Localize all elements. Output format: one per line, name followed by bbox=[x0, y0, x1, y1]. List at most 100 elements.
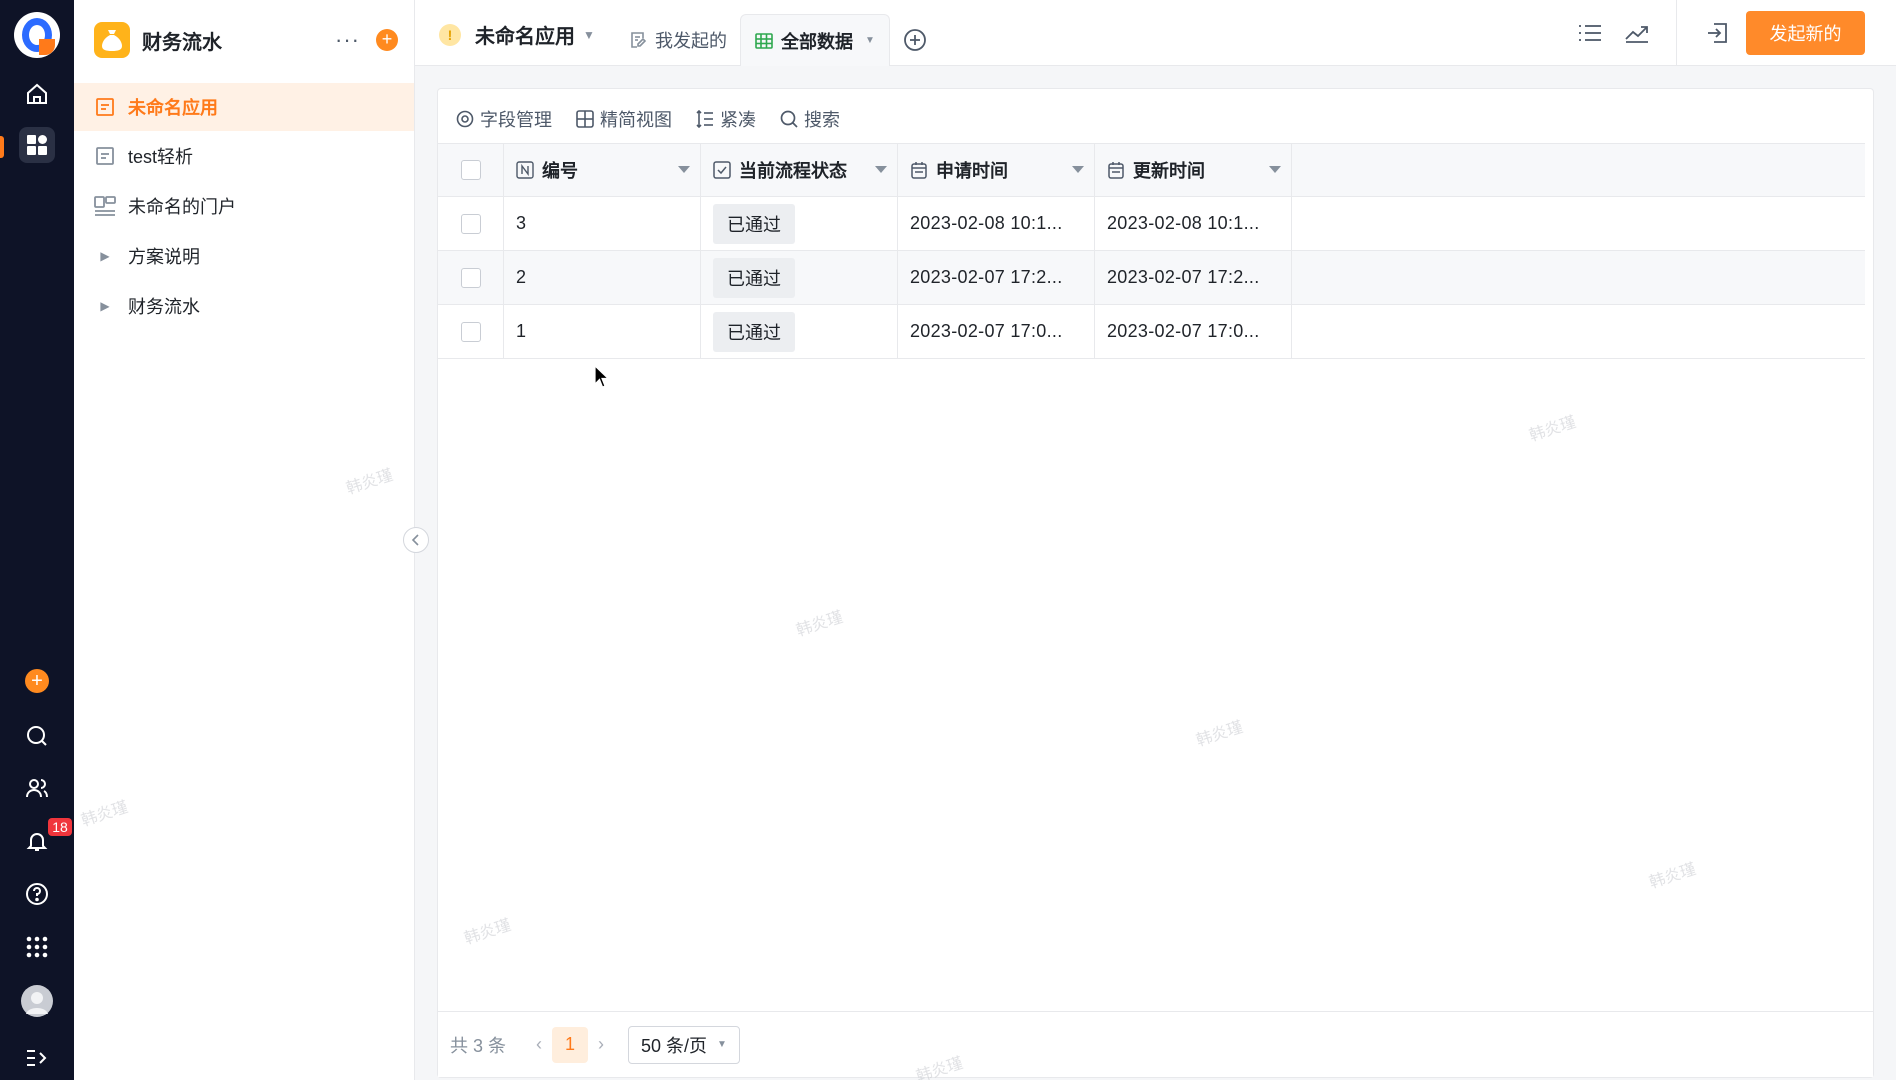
cell-update-time: 2023-02-07 17:0... bbox=[1095, 305, 1292, 358]
sidebar-item-portal[interactable]: 未命名的门户 bbox=[74, 182, 414, 230]
home-icon[interactable] bbox=[19, 76, 55, 112]
notification-count-badge: 18 bbox=[48, 818, 72, 836]
search-button[interactable]: 搜索 bbox=[780, 106, 840, 132]
page-size-select[interactable]: 50 条/页 ▼ bbox=[628, 1025, 740, 1064]
app-name: 未命名应用 bbox=[475, 26, 575, 48]
import-export-icon[interactable] bbox=[1702, 18, 1732, 48]
workspace-grid-icon[interactable] bbox=[19, 127, 55, 163]
trend-chart-icon[interactable] bbox=[1622, 18, 1652, 48]
chevron-down-icon[interactable] bbox=[1269, 166, 1281, 173]
tab-all-data[interactable]: 全部数据 ▼ bbox=[740, 14, 890, 66]
total-count: 共 3 条 bbox=[450, 1035, 507, 1056]
gear-icon bbox=[456, 110, 474, 128]
sidebar-item-unnamed-app[interactable]: 未命名应用 bbox=[74, 83, 414, 131]
cell-apply-time: 2023-02-07 17:2... bbox=[898, 251, 1095, 304]
divider bbox=[1676, 0, 1677, 66]
help-icon[interactable] bbox=[19, 876, 55, 912]
empty-header-cell bbox=[1292, 144, 1865, 196]
chevron-down-icon[interactable] bbox=[678, 166, 690, 173]
active-indicator bbox=[0, 136, 4, 158]
calendar-icon bbox=[1107, 161, 1125, 179]
sidebar-folder-plan[interactable]: ▶ 方案说明 bbox=[74, 232, 414, 280]
list-view-icon[interactable] bbox=[1575, 18, 1605, 48]
chevron-down-icon: ▼ bbox=[717, 1039, 727, 1050]
money-bag-icon bbox=[94, 22, 130, 58]
caret-right-icon[interactable]: ▶ bbox=[94, 249, 116, 263]
chevron-down-icon[interactable] bbox=[1072, 166, 1084, 173]
cell-id: 2 bbox=[504, 251, 701, 304]
portal-icon bbox=[94, 195, 116, 217]
page-size-value: 50 条/页 bbox=[641, 1035, 708, 1056]
grid-view-icon bbox=[576, 110, 594, 128]
cell-apply-time: 2023-02-07 17:0... bbox=[898, 305, 1095, 358]
number-field-icon bbox=[516, 161, 534, 179]
expand-nav-icon[interactable] bbox=[19, 1040, 55, 1076]
cell-update-time: 2023-02-07 17:2... bbox=[1095, 251, 1292, 304]
collapse-sidebar-button[interactable] bbox=[403, 527, 429, 553]
next-page-icon[interactable]: › bbox=[598, 1034, 604, 1055]
data-panel: 字段管理 精简视图 紧凑 搜索 编号 当前流程状态 申请时间 更新时间 3 已通… bbox=[437, 88, 1874, 1078]
table-row[interactable]: 3 已通过 2023-02-08 10:1... 2023-02-08 10:1… bbox=[438, 197, 1865, 251]
cell-id: 1 bbox=[504, 305, 701, 358]
add-item-icon[interactable]: + bbox=[376, 29, 398, 51]
sidebar-folder-finance[interactable]: ▶ 财务流水 bbox=[74, 282, 414, 330]
column-header-id[interactable]: 编号 bbox=[504, 144, 701, 196]
row-select-cell bbox=[438, 251, 504, 304]
form-icon bbox=[94, 96, 116, 118]
search-icon[interactable] bbox=[19, 718, 55, 754]
create-plus-icon[interactable]: + bbox=[25, 669, 49, 693]
chevron-down-icon[interactable]: ▼ bbox=[865, 35, 875, 46]
sidebar-item-label: 未命名的门户 bbox=[128, 197, 236, 217]
prev-page-icon[interactable]: ‹ bbox=[536, 1034, 542, 1055]
tab-label: 我发起的 bbox=[655, 31, 727, 51]
compact-button[interactable]: 紧凑 bbox=[696, 106, 756, 132]
sidebar-item-test[interactable]: test轻析 bbox=[74, 132, 414, 180]
chevron-down-icon: ▼ bbox=[583, 27, 595, 42]
current-page-button[interactable]: 1 bbox=[552, 1026, 589, 1063]
status-badge: 已通过 bbox=[713, 257, 795, 298]
column-label: 申请时间 bbox=[936, 161, 1008, 181]
status-badge: 已通过 bbox=[713, 203, 795, 244]
column-header-status[interactable]: 当前流程状态 bbox=[701, 144, 898, 196]
contacts-icon[interactable] bbox=[19, 770, 55, 806]
cell-status: 已通过 bbox=[701, 251, 898, 304]
empty-cell bbox=[1292, 305, 1865, 358]
column-label: 当前流程状态 bbox=[739, 161, 847, 181]
column-label: 更新时间 bbox=[1133, 161, 1205, 181]
sidebar-item-label: 财务流水 bbox=[128, 297, 200, 317]
calendar-icon bbox=[910, 161, 928, 179]
row-select-cell bbox=[438, 197, 504, 250]
warning-icon: ! bbox=[439, 23, 461, 46]
tool-label: 搜索 bbox=[804, 110, 840, 130]
row-checkbox[interactable] bbox=[460, 213, 481, 234]
row-checkbox[interactable] bbox=[460, 321, 481, 342]
row-height-icon bbox=[696, 110, 714, 128]
app-logo[interactable] bbox=[14, 12, 60, 58]
table-row[interactable]: 2 已通过 2023-02-07 17:2... 2023-02-07 17:2… bbox=[438, 251, 1865, 305]
cell-id: 3 bbox=[504, 197, 701, 250]
field-manage-button[interactable]: 字段管理 bbox=[456, 106, 552, 132]
status-badge: 已通过 bbox=[713, 311, 795, 352]
apps-grid-icon[interactable] bbox=[19, 929, 55, 965]
app-switcher[interactable]: ! 未命名应用 ▼ bbox=[439, 20, 595, 49]
tab-my-initiated[interactable]: 我发起的 bbox=[615, 14, 741, 66]
new-submission-button[interactable]: 发起新的 bbox=[1746, 11, 1865, 55]
chevron-down-icon[interactable] bbox=[875, 166, 887, 173]
select-all-checkbox[interactable] bbox=[460, 160, 481, 180]
sidebar-title: 财务流水 bbox=[142, 31, 222, 54]
tab-label: 全部数据 bbox=[781, 31, 853, 52]
row-checkbox[interactable] bbox=[460, 267, 481, 288]
cell-update-time: 2023-02-08 10:1... bbox=[1095, 197, 1292, 250]
sidebar-item-label: test轻析 bbox=[128, 147, 194, 167]
cell-status: 已通过 bbox=[701, 197, 898, 250]
caret-right-icon[interactable]: ▶ bbox=[94, 299, 116, 313]
table-row[interactable]: 1 已通过 2023-02-07 17:0... 2023-02-07 17:0… bbox=[438, 305, 1865, 359]
user-avatar[interactable] bbox=[21, 985, 53, 1017]
empty-cell bbox=[1292, 197, 1865, 250]
add-view-icon[interactable] bbox=[903, 28, 927, 52]
column-header-update-time[interactable]: 更新时间 bbox=[1095, 144, 1292, 196]
simple-view-button[interactable]: 精简视图 bbox=[576, 106, 672, 132]
select-all-cell bbox=[438, 144, 504, 196]
column-header-apply-time[interactable]: 申请时间 bbox=[898, 144, 1095, 196]
more-options-icon[interactable]: ··· bbox=[335, 27, 360, 53]
